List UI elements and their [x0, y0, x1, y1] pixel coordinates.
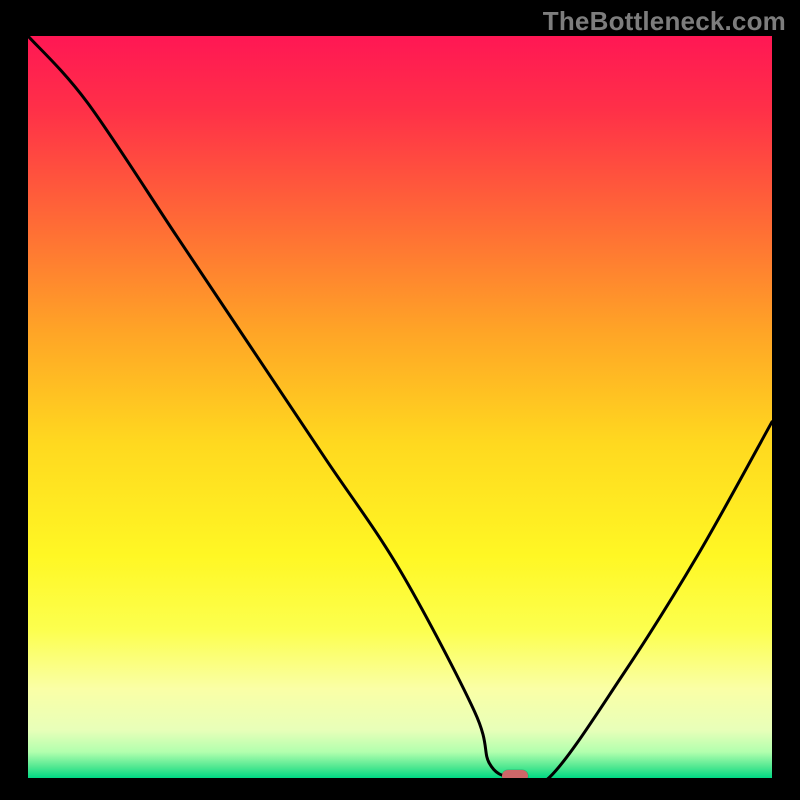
chart-canvas [28, 36, 772, 778]
watermark-text: TheBottleneck.com [543, 6, 786, 37]
plot-area [28, 36, 772, 778]
gradient-background [28, 36, 772, 778]
optimum-marker-pill [502, 770, 528, 778]
